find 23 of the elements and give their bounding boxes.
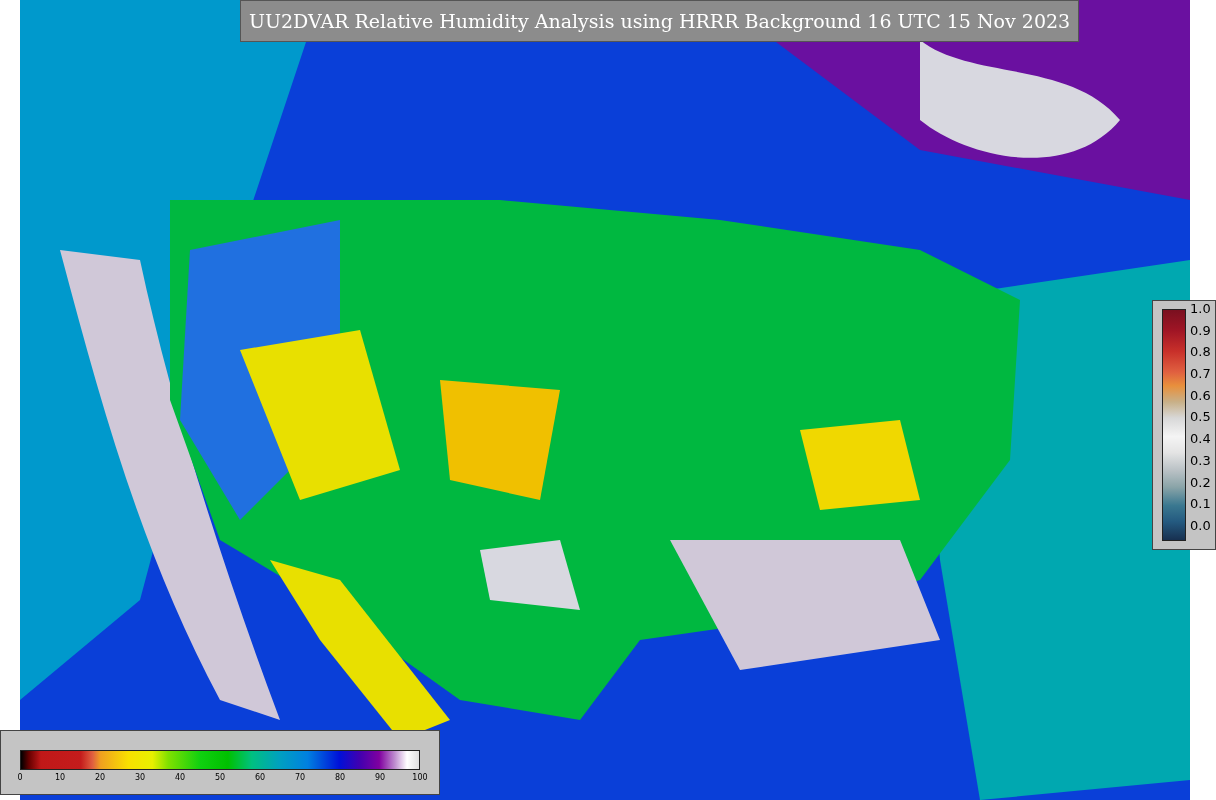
map-title: UU2DVAR Relative Humidity Analysis using HRRR Background 16 UTC 15 Nov 2023 — [240, 0, 1080, 42]
tick-label: 0.5 — [1190, 409, 1211, 425]
tick-label: 0.7 — [1190, 366, 1211, 382]
tick-label: 40 — [174, 773, 186, 782]
tick-label: 20 — [94, 773, 106, 782]
tick-label: 50 — [214, 773, 226, 782]
tick-label: 0.8 — [1190, 344, 1211, 360]
tick-label: 80 — [334, 773, 346, 782]
tick-label: 0.2 — [1190, 474, 1211, 490]
tick-label: 0.4 — [1190, 431, 1211, 447]
tick-label: 90 — [374, 773, 386, 782]
tick-label: 0.3 — [1190, 452, 1211, 468]
tick-label: 10 — [54, 773, 66, 782]
tick-label: 100 — [412, 773, 428, 782]
tick-label: 0.9 — [1190, 322, 1211, 338]
tick-label: 30 — [134, 773, 146, 782]
tick-label: 0.1 — [1190, 496, 1211, 512]
tick-label: 60 — [254, 773, 266, 782]
tick-label: 0 — [17, 773, 23, 782]
tick-label: 0.6 — [1190, 387, 1211, 403]
tick-label: 1.0 — [1190, 301, 1211, 316]
tick-label: 70 — [294, 773, 306, 782]
tick-label: 0.0 — [1190, 517, 1211, 533]
